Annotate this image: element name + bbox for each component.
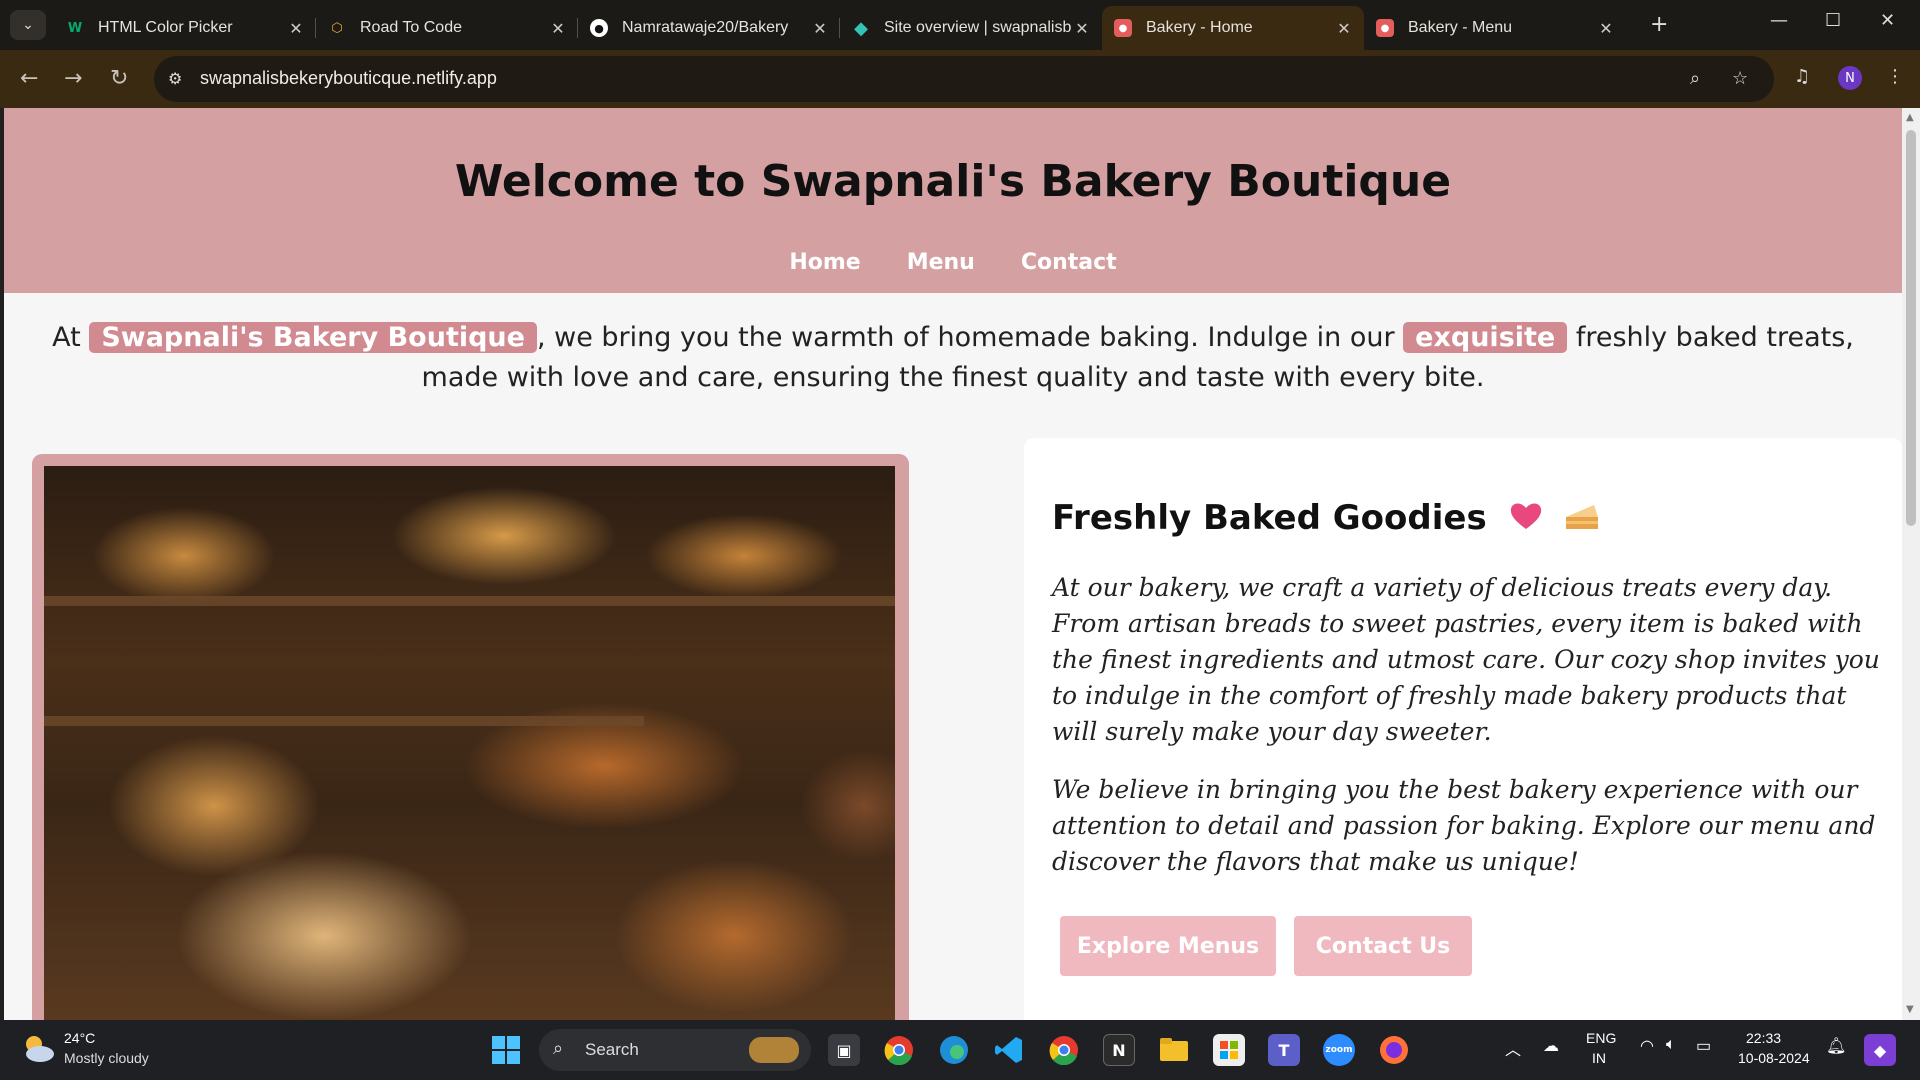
cake-icon (1564, 499, 1600, 540)
bakery-icon: ● (1114, 19, 1132, 37)
tab-title: Site overview | swapnalisbe (884, 19, 1072, 36)
back-icon[interactable]: ← (20, 66, 38, 91)
bookmark-star-icon[interactable]: ☆ (1732, 68, 1748, 89)
url-text[interactable]: swapnalisbekerybouticque.netlify.app (200, 68, 497, 89)
bakery-icon: ● (1376, 19, 1394, 37)
close-tab-icon[interactable]: ✕ (810, 19, 830, 38)
tab-bakery-home[interactable]: ● Bakery - Home ✕ (1102, 6, 1364, 50)
chrome-profile-icon[interactable] (1048, 1034, 1080, 1066)
tab-road-to-code[interactable]: ⬡ Road To Code ✕ (316, 6, 578, 50)
taskbar-search[interactable]: ⌕ Search (539, 1029, 811, 1071)
site-nav: Home Menu Contact (4, 250, 1902, 275)
edge-icon[interactable] (938, 1034, 970, 1066)
notion-icon[interactable]: N (1103, 1034, 1135, 1066)
netlify-icon: ◆ (854, 17, 868, 39)
close-window-icon[interactable]: ✕ (1880, 10, 1895, 31)
clock-date[interactable]: 10-08-2024 (1738, 1050, 1810, 1066)
intro-text: At Swapnali's Bakery Boutique, we bring … (52, 322, 1854, 393)
weather-temperature[interactable]: 24°C (64, 1030, 95, 1046)
tab-title: Namratawaje20/Bakery (622, 19, 789, 36)
reload-icon[interactable]: ↻ (110, 66, 128, 91)
nav-link-home[interactable]: Home (789, 250, 860, 275)
site-info-icon[interactable]: ⚙ (168, 69, 182, 88)
card-paragraph-2: We believe in bringing you the best bake… (1052, 775, 1876, 876)
explore-menus-button[interactable]: Explore Menus (1060, 916, 1276, 976)
tab-title: Bakery - Home (1146, 19, 1253, 36)
close-tab-icon[interactable]: ✕ (1334, 19, 1354, 38)
windows-start-icon[interactable] (492, 1036, 520, 1064)
tab-netlify[interactable]: ◆ Site overview | swapnalisbe ✕ (840, 6, 1102, 50)
scroll-down-icon[interactable]: ▼ (1906, 1004, 1914, 1015)
nav-link-menu[interactable]: Menu (907, 250, 975, 275)
search-icon: ⌕ (553, 1038, 564, 1059)
microsoft-store-icon[interactable] (1213, 1034, 1245, 1066)
page-scrollbar[interactable]: ▲ ▼ (1902, 108, 1920, 1020)
browser-toolbar: ← → ↻ ⚙ swapnalisbekerybouticque.netlify… (0, 50, 1920, 108)
web-page: Welcome to Swapnali's Bakery Boutique Ho… (4, 108, 1902, 1020)
zoom-icon[interactable]: ⌕ (1690, 68, 1700, 89)
clock-time[interactable]: 22:33 (1746, 1030, 1781, 1046)
windows-taskbar: 24°C Mostly cloudy ⌕ Search ▣ N T zoom ︿… (0, 1020, 1920, 1080)
maximize-icon[interactable]: ☐ (1825, 10, 1841, 31)
site-header: Welcome to Swapnali's Bakery Boutique Ho… (4, 108, 1902, 293)
card-paragraph-1: At our bakery, we craft a variety of del… (1052, 573, 1880, 746)
volume-icon[interactable]: 🔈︎ (1666, 1036, 1676, 1054)
task-view-icon[interactable]: ▣ (828, 1034, 860, 1066)
scroll-thumb[interactable] (1906, 130, 1916, 526)
vscode-icon[interactable] (993, 1034, 1025, 1066)
wifi-icon[interactable]: ◠ (1640, 1036, 1654, 1056)
firefox-icon[interactable] (1378, 1034, 1410, 1066)
tab-github[interactable]: ● Namratawaje20/Bakery ✕ (578, 6, 840, 50)
language-code[interactable]: ENG (1586, 1030, 1616, 1046)
new-tab-button[interactable]: + (1650, 12, 1668, 37)
profile-avatar[interactable]: N (1838, 66, 1862, 90)
region-code[interactable]: IN (1592, 1050, 1606, 1066)
tab-title: Road To Code (360, 19, 462, 36)
close-tab-icon[interactable]: ✕ (1596, 19, 1616, 38)
forward-icon[interactable]: → (64, 66, 82, 91)
highlight-brand: Swapnali's Bakery Boutique (89, 322, 537, 353)
info-card: Freshly Baked Goodies At our bakery, we … (1024, 438, 1902, 1020)
page-title: Welcome to Swapnali's Bakery Boutique (454, 156, 1452, 207)
highlight-exquisite: exquisite (1403, 322, 1568, 353)
media-control-icon[interactable]: ♫ (1794, 66, 1810, 87)
minimize-icon[interactable]: — (1770, 10, 1788, 31)
copilot-icon[interactable]: ◆ (1864, 1034, 1896, 1066)
tab-title: Bakery - Menu (1408, 19, 1513, 36)
search-highlight-icon (749, 1037, 799, 1063)
heart-icon (1509, 500, 1543, 540)
close-tab-icon[interactable]: ✕ (286, 19, 306, 38)
teams-icon[interactable]: T (1268, 1034, 1300, 1066)
card-heading: Freshly Baked Goodies (1052, 498, 1600, 540)
browser-tab-strip: ⌄ W HTML Color Picker ✕ ⬡ Road To Code ✕… (0, 0, 1920, 50)
chevron-up-icon[interactable]: ︿ (1505, 1036, 1521, 1060)
contact-us-button[interactable]: Contact Us (1294, 916, 1472, 976)
tab-bakery-menu[interactable]: ● Bakery - Menu ✕ (1364, 6, 1626, 50)
tab-search-button[interactable]: ⌄ (10, 10, 46, 40)
tab-html-color-picker[interactable]: W HTML Color Picker ✕ (54, 6, 316, 50)
hexagon-icon: ⬡ (331, 20, 343, 36)
cloudy-weather-icon[interactable] (20, 1034, 56, 1064)
nav-link-contact[interactable]: Contact (1021, 250, 1117, 275)
notification-bell-icon[interactable]: 🔔︎ (1826, 1036, 1846, 1056)
weather-description[interactable]: Mostly cloudy (64, 1050, 149, 1066)
chevron-down-icon: ⌄ (22, 17, 34, 33)
scroll-up-icon[interactable]: ▲ (1906, 112, 1914, 123)
bakery-display-photo (44, 466, 895, 1020)
file-explorer-icon[interactable] (1158, 1034, 1190, 1066)
close-tab-icon[interactable]: ✕ (548, 19, 568, 38)
onedrive-icon[interactable]: ☁ (1543, 1036, 1559, 1056)
address-bar[interactable]: ⚙ swapnalisbekerybouticque.netlify.app ⌕… (154, 56, 1774, 102)
w3schools-icon: W (67, 20, 83, 36)
more-menu-icon[interactable]: ⋮ (1886, 66, 1904, 87)
tab-title: HTML Color Picker (98, 19, 233, 36)
chrome-icon[interactable] (883, 1034, 915, 1066)
tab-list: W HTML Color Picker ✕ ⬡ Road To Code ✕ ●… (54, 6, 1626, 50)
close-tab-icon[interactable]: ✕ (1072, 19, 1092, 38)
zoom-icon[interactable]: zoom (1323, 1034, 1355, 1066)
battery-icon[interactable]: ▭ (1696, 1036, 1711, 1056)
bakery-image-frame (32, 454, 909, 1020)
github-icon: ● (590, 19, 608, 37)
